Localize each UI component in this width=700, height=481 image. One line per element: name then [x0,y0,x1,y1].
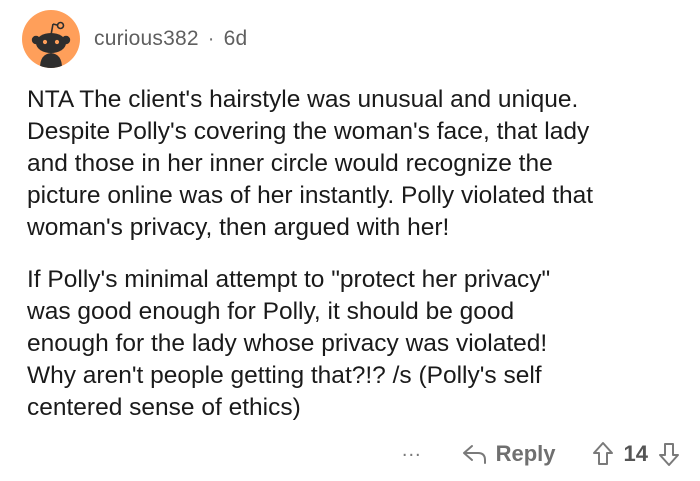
comment-age: 6d [223,27,248,50]
reply-arrow-icon [462,445,486,464]
reply-button[interactable]: Reply [462,441,556,467]
upvote-icon[interactable] [592,441,614,467]
avatar[interactable] [22,10,80,68]
downvote-icon[interactable] [658,441,680,467]
vote-controls: 14 [592,441,680,467]
comment-actions: ... Reply 14 [402,436,680,472]
comment-header: curious382 · 6d [22,10,247,68]
meta-separator: · [207,27,215,50]
more-options-button[interactable]: ... [402,440,422,460]
author-line: curious382 · 6d [94,27,247,51]
comment-paragraph-2: If Polly's minimal attempt to "protect h… [27,266,551,421]
snoo-avatar-icon [31,21,71,68]
comment-card: curious382 · 6d NTA The client's hairsty… [0,0,700,481]
comment-paragraph-1: NTA The client's hairstyle was unusual a… [27,86,594,241]
vote-count: 14 [623,441,648,466]
author-username[interactable]: curious382 [94,27,199,51]
reply-label: Reply [495,441,556,466]
comment-body: NTA The client's hairstyle was unusual a… [27,84,675,424]
